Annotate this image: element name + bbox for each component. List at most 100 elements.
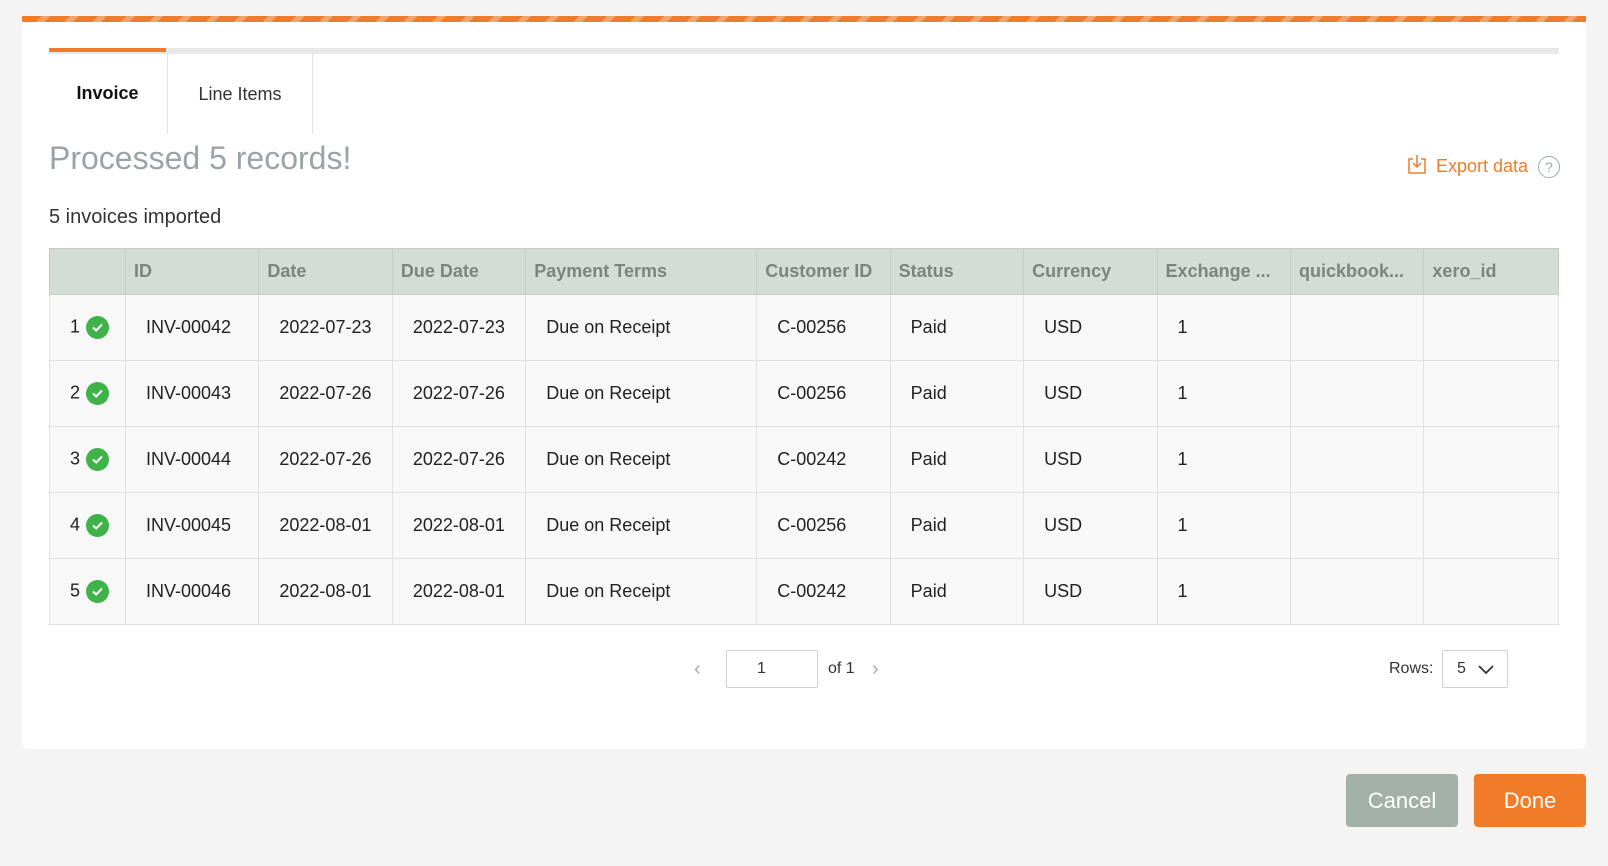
- cell-status[interactable]: Paid: [889, 426, 1025, 493]
- cell-due-date[interactable]: 2022-08-01: [391, 558, 527, 625]
- cell-payment-terms[interactable]: Due on Receipt: [525, 360, 758, 427]
- cell-xero-id[interactable]: [1423, 360, 1559, 427]
- col-header-xero-id[interactable]: xero_id: [1423, 248, 1559, 295]
- row-number: 2: [70, 382, 81, 403]
- col-header-status[interactable]: Status: [889, 248, 1025, 295]
- progress-stripe: [22, 16, 1586, 22]
- row-number: 3: [70, 448, 81, 469]
- cell-currency[interactable]: USD: [1023, 492, 1158, 559]
- invoice-table: ID Date Due Date Payment Terms Customer …: [49, 248, 1559, 625]
- import-result-card: Invoice Line Items Processed 5 records! …: [22, 16, 1586, 749]
- cell-exchange-rate[interactable]: 1: [1156, 360, 1291, 427]
- cell-exchange-rate[interactable]: 1: [1156, 294, 1291, 361]
- tab-line-items[interactable]: Line Items: [167, 48, 313, 134]
- cell-xero-id[interactable]: [1423, 294, 1559, 361]
- chevron-right-icon[interactable]: ›: [872, 658, 879, 681]
- export-icon: [1408, 154, 1426, 179]
- cancel-button[interactable]: Cancel: [1346, 774, 1458, 827]
- cell-id[interactable]: INV-00044: [124, 426, 260, 493]
- cell-status[interactable]: Paid: [889, 492, 1025, 559]
- cell-id[interactable]: INV-00045: [124, 492, 260, 559]
- cell-row-number: 3: [49, 426, 126, 493]
- table-row[interactable]: 1 INV-00042 2022-07-23 2022-07-23 Due on Rec…: [49, 294, 1559, 361]
- cell-quickbooks[interactable]: [1289, 558, 1425, 625]
- cell-customer-id[interactable]: C-00242: [756, 558, 891, 625]
- table-row[interactable]: 2 INV-00043 2022-07-26 2022-07-26 Due on Rec…: [49, 360, 1559, 427]
- cell-status[interactable]: Paid: [889, 360, 1025, 427]
- cell-due-date[interactable]: 2022-08-01: [391, 492, 527, 559]
- cell-date[interactable]: 2022-07-23: [258, 294, 393, 361]
- col-header-customer-id[interactable]: Customer ID: [756, 248, 891, 295]
- cell-row-number: 5: [49, 558, 126, 625]
- cell-currency[interactable]: USD: [1023, 426, 1158, 493]
- col-header-payment-terms[interactable]: Payment Terms: [525, 248, 758, 295]
- table-row[interactable]: 5 INV-00046 2022-08-01 2022-08-01 Due on Rec…: [49, 558, 1559, 625]
- export-data-link[interactable]: Export data ?: [1408, 154, 1560, 179]
- cell-due-date[interactable]: 2022-07-26: [391, 360, 527, 427]
- cell-xero-id[interactable]: [1423, 558, 1559, 625]
- row-number: 4: [70, 514, 81, 535]
- cell-currency[interactable]: USD: [1023, 360, 1158, 427]
- help-icon[interactable]: ?: [1538, 155, 1560, 178]
- page-count-label: of 1: [828, 660, 855, 677]
- done-button[interactable]: Done: [1474, 774, 1586, 827]
- cell-date[interactable]: 2022-08-01: [258, 558, 393, 625]
- check-circle-icon: [86, 382, 110, 405]
- cell-payment-terms[interactable]: Due on Receipt: [525, 294, 758, 361]
- pagination: ‹ of 1 › Rows: 5: [22, 650, 1586, 690]
- cell-quickbooks[interactable]: [1289, 294, 1425, 361]
- cell-row-number: 2: [49, 360, 126, 427]
- export-data-label: Export data: [1435, 156, 1528, 176]
- cell-currency[interactable]: USD: [1023, 294, 1158, 361]
- cell-customer-id[interactable]: C-00242: [756, 426, 891, 493]
- row-number: 1: [70, 316, 81, 337]
- cell-id[interactable]: INV-00043: [124, 360, 260, 427]
- table-row[interactable]: 4 INV-00045 2022-08-01 2022-08-01 Due on Rec…: [49, 492, 1559, 559]
- cell-customer-id[interactable]: C-00256: [756, 492, 891, 559]
- cell-xero-id[interactable]: [1423, 492, 1559, 559]
- cell-date[interactable]: 2022-08-01: [258, 492, 393, 559]
- cell-due-date[interactable]: 2022-07-23: [391, 294, 527, 361]
- check-circle-icon: [86, 448, 110, 471]
- cell-date[interactable]: 2022-07-26: [258, 426, 393, 493]
- cell-status[interactable]: Paid: [889, 294, 1025, 361]
- tab-invoice[interactable]: Invoice: [49, 48, 166, 134]
- cell-quickbooks[interactable]: [1289, 492, 1425, 559]
- cell-customer-id[interactable]: C-00256: [756, 294, 891, 361]
- col-header-due-date[interactable]: Due Date: [391, 248, 527, 295]
- col-header-exchange-rate[interactable]: Exchange ...: [1156, 248, 1291, 295]
- cell-payment-terms[interactable]: Due on Receipt: [525, 492, 758, 559]
- check-circle-icon: [86, 316, 110, 339]
- col-header-id[interactable]: ID: [124, 248, 260, 295]
- col-header-date[interactable]: Date: [258, 248, 393, 295]
- cell-id[interactable]: INV-00042: [124, 294, 260, 361]
- cell-payment-terms[interactable]: Due on Receipt: [525, 558, 758, 625]
- rows-per-page-select[interactable]: 5: [1442, 650, 1508, 688]
- cell-date[interactable]: 2022-07-26: [258, 360, 393, 427]
- check-circle-icon: [86, 580, 110, 603]
- cell-exchange-rate[interactable]: 1: [1156, 492, 1291, 559]
- check-circle-icon: [86, 514, 110, 537]
- table-row[interactable]: 3 INV-00044 2022-07-26 2022-07-26 Due on Rec…: [49, 426, 1559, 493]
- cell-payment-terms[interactable]: Due on Receipt: [525, 426, 758, 493]
- cell-id[interactable]: INV-00046: [124, 558, 260, 625]
- chevron-left-icon[interactable]: ‹: [694, 658, 701, 681]
- rows-label: Rows:: [1389, 660, 1434, 677]
- cell-due-date[interactable]: 2022-07-26: [391, 426, 527, 493]
- cell-currency[interactable]: USD: [1023, 558, 1158, 625]
- page-number-input[interactable]: [726, 650, 818, 688]
- col-header-currency[interactable]: Currency: [1023, 248, 1158, 295]
- cell-row-number: 1: [49, 294, 126, 361]
- table-header-row: ID Date Due Date Payment Terms Customer …: [49, 248, 1559, 295]
- cell-xero-id[interactable]: [1423, 426, 1559, 493]
- cell-exchange-rate[interactable]: 1: [1156, 558, 1291, 625]
- col-header-quickbooks[interactable]: quickbook...: [1289, 248, 1425, 295]
- cell-quickbooks[interactable]: [1289, 360, 1425, 427]
- chevron-down-icon: [1477, 659, 1495, 684]
- rows-per-page-value: 5: [1457, 660, 1466, 677]
- import-summary: 5 invoices imported: [49, 206, 222, 228]
- cell-quickbooks[interactable]: [1289, 426, 1425, 493]
- cell-customer-id[interactable]: C-00256: [756, 360, 891, 427]
- cell-status[interactable]: Paid: [889, 558, 1025, 625]
- cell-exchange-rate[interactable]: 1: [1156, 426, 1291, 493]
